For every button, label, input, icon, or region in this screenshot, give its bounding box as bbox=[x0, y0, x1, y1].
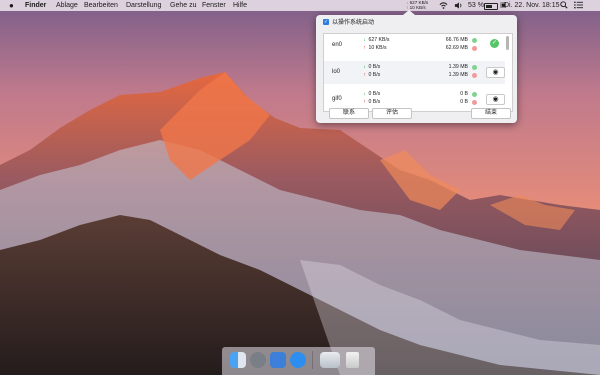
eye-icon[interactable]: ◉ bbox=[486, 94, 505, 105]
download-rate: ↓ 627 KB/s bbox=[363, 37, 390, 43]
check-icon[interactable]: ✓ bbox=[490, 39, 499, 48]
download-status-dot bbox=[472, 65, 477, 70]
upload-status-dot bbox=[472, 73, 477, 78]
download-arrow-icon: ↓ bbox=[363, 91, 366, 97]
trash-icon[interactable] bbox=[346, 352, 359, 368]
download-arrow-icon: ↓ bbox=[363, 64, 366, 70]
contact-button[interactable]: 联系 bbox=[329, 108, 369, 119]
upload-status-dot bbox=[472, 100, 477, 105]
menu-ablage[interactable]: Ablage bbox=[56, 0, 78, 11]
menu-fenster[interactable]: Fenster bbox=[202, 0, 226, 11]
clock[interactable]: Di. 22. Nov. 18:15 bbox=[504, 0, 560, 11]
upload-status-dot bbox=[472, 46, 477, 51]
dock bbox=[222, 347, 375, 375]
upload-total: 1.39 MB bbox=[448, 72, 468, 78]
upload-total: 0 B bbox=[460, 99, 468, 105]
dock-divider bbox=[312, 351, 313, 369]
download-rate: ↓ 0 B/s bbox=[363, 91, 381, 97]
rate-button[interactable]: 评估 bbox=[372, 108, 412, 119]
wifi-icon[interactable] bbox=[439, 0, 448, 11]
battery-percent[interactable]: 53 % bbox=[468, 0, 484, 11]
download-total: 0 B bbox=[460, 91, 468, 97]
finder-icon[interactable] bbox=[230, 352, 246, 368]
notification-center-icon[interactable] bbox=[574, 0, 583, 11]
menu-hilfe[interactable]: Hilfe bbox=[233, 0, 247, 11]
download-total: 1.39 MB bbox=[448, 64, 468, 70]
battery-icon[interactable] bbox=[484, 3, 498, 10]
interface-row: en0 ↓ 627 KB/s ↑ 10 KB/s 66.76 MB 62.69 … bbox=[324, 34, 505, 57]
upload-arrow-icon: ↑ bbox=[363, 45, 366, 51]
upload-total: 62.69 MB bbox=[445, 45, 468, 51]
upload-arrow-icon: ↑ bbox=[363, 99, 366, 105]
autostart-checkbox[interactable]: ✓ 以操作系统启动 bbox=[323, 19, 374, 28]
menu-gehe-zu[interactable]: Gehe zu bbox=[170, 0, 196, 11]
download-total: 66.76 MB bbox=[445, 37, 468, 43]
download-status-dot bbox=[472, 38, 477, 43]
checkbox-checked-icon[interactable]: ✓ bbox=[323, 19, 329, 26]
spotlight-search-icon[interactable] bbox=[560, 0, 568, 11]
launchpad-icon[interactable] bbox=[250, 352, 266, 368]
interface-name: lo0 bbox=[332, 69, 341, 75]
upload-rate: ↑ 10 KB/s bbox=[363, 45, 387, 51]
autostart-label: 以操作系统启动 bbox=[332, 20, 375, 26]
interface-list: en0 ↓ 627 KB/s ↑ 10 KB/s 66.76 MB 62.69 … bbox=[323, 33, 513, 112]
quit-button[interactable]: 结束 bbox=[471, 108, 511, 119]
upload-arrow-icon: ↑ bbox=[363, 72, 366, 78]
menu-bearbeiten[interactable]: Bearbeiten bbox=[84, 0, 118, 11]
download-status-dot bbox=[472, 92, 477, 97]
app-store-icon[interactable] bbox=[290, 352, 306, 368]
folder-icon[interactable] bbox=[320, 352, 340, 368]
network-monitor-popup: ✓ 以操作系统启动 en0 ↓ 627 KB/s ↑ 10 KB/s 66.76 … bbox=[316, 10, 517, 123]
menu-bar: ● Finder Ablage Bearbeiten Darstellung G… bbox=[0, 0, 600, 11]
menu-app-finder[interactable]: Finder bbox=[25, 0, 46, 11]
interface-name: en0 bbox=[332, 42, 343, 48]
volume-icon[interactable] bbox=[454, 0, 463, 11]
interface-name: gif0 bbox=[332, 96, 342, 102]
menu-darstellung[interactable]: Darstellung bbox=[126, 0, 161, 11]
battery-level-icon bbox=[486, 5, 492, 8]
interface-row: lo0 ↓ 0 B/s ↑ 0 B/s 1.39 MB 1.39 MB ◉ bbox=[324, 61, 505, 84]
apple-icon[interactable]: ● bbox=[9, 0, 14, 11]
download-rate: ↓ 0 B/s bbox=[363, 64, 381, 70]
eye-icon[interactable]: ◉ bbox=[486, 67, 505, 78]
upload-rate: ↑ 0 B/s bbox=[363, 72, 381, 78]
scrollbar[interactable] bbox=[506, 36, 509, 50]
upload-rate: ↑ 0 B/s bbox=[363, 99, 381, 105]
safari-icon[interactable] bbox=[270, 352, 286, 368]
download-arrow-icon: ↓ bbox=[363, 37, 366, 43]
